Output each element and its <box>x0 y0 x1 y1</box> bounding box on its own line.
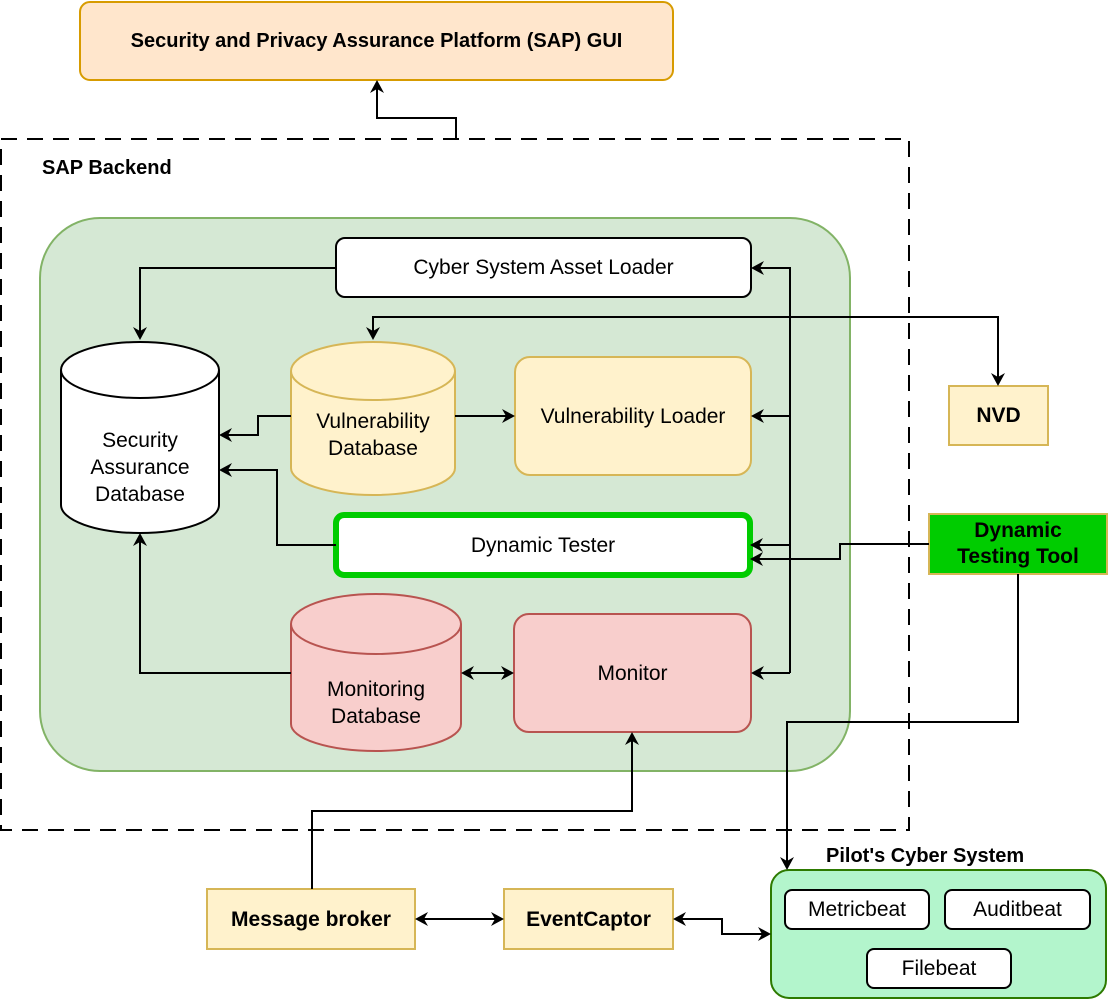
vulnerability-db-label: Vulnerability Database <box>316 410 430 460</box>
gui-title: Security and Privacy Assurance Platform … <box>130 29 623 52</box>
vulnerability-loader-label: Vulnerability Loader <box>540 404 726 428</box>
dynamic-testing-tool-label: Dynamic Testing Tool <box>957 519 1079 568</box>
message-broker-label: Message broker <box>231 907 391 931</box>
filebeat-label: Filebeat <box>901 957 977 980</box>
edge-backend-to-gui <box>370 80 457 139</box>
sap-backend-label: SAP Backend <box>42 157 172 179</box>
metricbeat-label: Metricbeat <box>807 898 907 921</box>
auditbeat-label: Auditbeat <box>973 898 1062 921</box>
asset-loader-label: Cyber System Asset Loader <box>413 256 674 279</box>
edge-eventcaptor-pilot <box>673 912 771 941</box>
event-captor-label: EventCaptor <box>526 907 651 931</box>
monitoring-db-label: Monitoring Database <box>326 678 426 728</box>
nvd-label: NVD <box>976 404 1021 427</box>
pilot-system-label: Pilot's Cyber System <box>826 845 1025 867</box>
security-db-label: Security Assurance Database <box>90 428 190 506</box>
dynamic-tester-label: Dynamic Tester <box>470 533 616 557</box>
monitor-label: Monitor <box>597 661 668 685</box>
